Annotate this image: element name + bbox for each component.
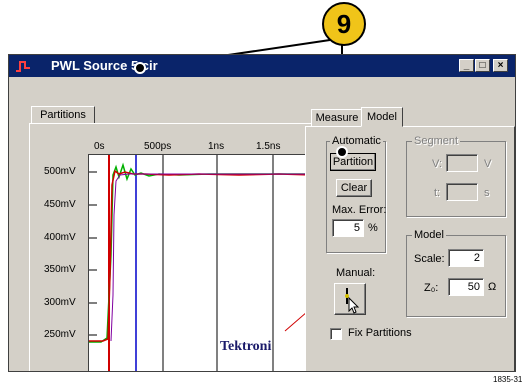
segment-t-label: t:: [434, 187, 441, 199]
minimize-button[interactable]: _: [459, 59, 474, 72]
model-group-label: Model: [412, 229, 446, 241]
scale-label: Scale:: [414, 253, 445, 265]
segment-v-unit: V: [484, 158, 492, 170]
segment-label: Segment: [412, 135, 461, 147]
manual-label: Manual:: [336, 267, 376, 279]
tektronix-watermark: Tektroni: [220, 339, 272, 354]
close-button[interactable]: ×: [493, 59, 508, 72]
pwl-source-window: PWL Source 5.cir _ □ × Partitions Tektro…: [8, 54, 516, 372]
segment-v-label: V:: [432, 158, 442, 170]
pwl-source-icon: [16, 61, 30, 72]
z0-unit: Ω: [488, 281, 497, 293]
waveform-plot[interactable]: Tektroni: [88, 154, 314, 371]
x-tick-label: 1ns: [208, 141, 225, 152]
segment-v-field: [446, 154, 478, 172]
tab-model[interactable]: Model: [361, 107, 403, 127]
y-tick-label: 350mV: [44, 264, 76, 275]
max-error-unit: %: [368, 222, 378, 234]
waveform-graph: [89, 155, 313, 371]
callout-badge: 9: [322, 2, 366, 46]
segment-t-field: [446, 183, 478, 201]
x-tick-label: 1.5ns: [256, 141, 281, 152]
partitions-panel: Tektroni 0s 500ps 1ns 1.5ns 500mV 450mV …: [29, 123, 319, 371]
tab-measure[interactable]: Measure: [311, 109, 363, 127]
automatic-label: Automatic: [330, 135, 383, 147]
z0-label: Z₀:: [424, 282, 439, 294]
segment-group: [406, 141, 506, 217]
y-tick-label: 400mV: [44, 232, 76, 243]
pointer-icon: [345, 288, 360, 314]
manual-tool-button[interactable]: [334, 283, 366, 315]
maximize-button[interactable]: □: [475, 59, 490, 72]
max-error-label: Max. Error:: [332, 204, 387, 216]
callout-dot-partition: [336, 146, 348, 158]
y-tick-label: 250mV: [44, 329, 76, 340]
tab-partitions[interactable]: Partitions: [31, 106, 95, 124]
clear-button[interactable]: Clear: [336, 179, 372, 197]
fix-partitions-checkbox[interactable]: [330, 328, 342, 340]
model-panel: Automatic Partition Clear Max. Error: 5 …: [305, 126, 515, 371]
model-group: [406, 235, 506, 317]
fix-partitions-label: Fix Partitions: [348, 327, 412, 339]
x-tick-label: 0s: [94, 141, 105, 152]
scale-field[interactable]: 2: [448, 249, 484, 267]
callout-dot-title: [134, 62, 146, 74]
y-tick-label: 450mV: [44, 199, 76, 210]
x-tick-label: 500ps: [144, 141, 172, 152]
max-error-field[interactable]: 5: [332, 219, 364, 237]
segment-t-unit: s: [484, 187, 490, 199]
figure-id: 1835-31: [493, 375, 523, 384]
z0-field[interactable]: 50: [448, 278, 484, 296]
y-tick-label: 300mV: [44, 297, 76, 308]
window-titlebar[interactable]: PWL Source 5.cir _ □ ×: [9, 55, 515, 77]
y-tick-label: 500mV: [44, 166, 76, 177]
